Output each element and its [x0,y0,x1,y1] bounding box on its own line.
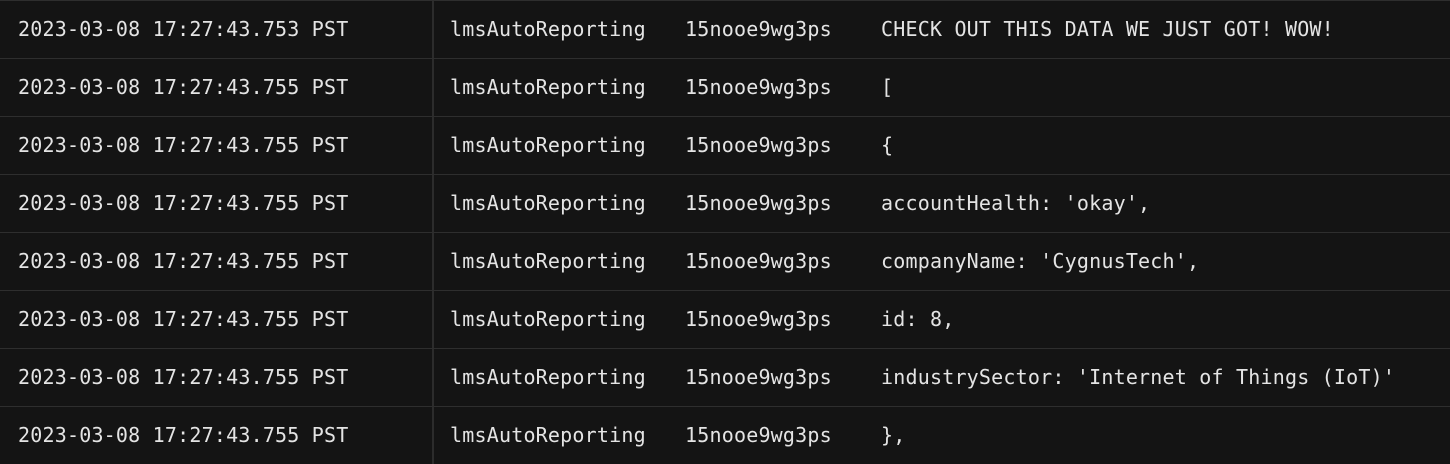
log-row[interactable]: 2023-03-08 17:27:43.755 PST lmsAutoRepor… [0,348,1450,405]
log-timestamp: 2023-03-08 17:27:43.755 PST [18,365,349,389]
log-service: lmsAutoReporting [450,307,646,331]
log-instance-id: 15nooe9wg3ps [685,75,832,99]
log-row[interactable]: 2023-03-08 17:27:43.753 PST lmsAutoRepor… [0,0,1450,57]
log-row[interactable]: 2023-03-08 17:27:43.755 PST lmsAutoRepor… [0,406,1450,463]
log-timestamp: 2023-03-08 17:27:43.755 PST [18,423,349,447]
log-instance-id: 15nooe9wg3ps [685,133,832,157]
log-message: id: 8, [881,307,955,331]
log-row[interactable]: 2023-03-08 17:27:43.755 PST lmsAutoRepor… [0,290,1450,347]
log-timestamp: 2023-03-08 17:27:43.755 PST [18,249,349,273]
log-instance-id: 15nooe9wg3ps [685,307,832,331]
log-timestamp: 2023-03-08 17:27:43.753 PST [18,17,349,41]
log-timestamp: 2023-03-08 17:27:43.755 PST [18,133,349,157]
log-service: lmsAutoReporting [450,133,646,157]
log-service: lmsAutoReporting [450,75,646,99]
log-service: lmsAutoReporting [450,423,646,447]
log-timestamp: 2023-03-08 17:27:43.755 PST [18,191,349,215]
log-message: CHECK OUT THIS DATA WE JUST GOT! WOW! [881,17,1334,41]
log-row[interactable]: 2023-03-08 17:27:43.755 PST lmsAutoRepor… [0,116,1450,173]
log-message: }, [881,423,906,447]
log-service: lmsAutoReporting [450,191,646,215]
log-instance-id: 15nooe9wg3ps [685,191,832,215]
log-instance-id: 15nooe9wg3ps [685,365,832,389]
log-instance-id: 15nooe9wg3ps [685,423,832,447]
log-message: [ [881,75,894,99]
log-instance-id: 15nooe9wg3ps [685,249,832,273]
log-row[interactable]: 2023-03-08 17:27:43.755 PST lmsAutoRepor… [0,58,1450,115]
log-instance-id: 15nooe9wg3ps [685,17,832,41]
log-table: 2023-03-08 17:27:43.753 PST lmsAutoRepor… [0,0,1450,464]
log-service: lmsAutoReporting [450,365,646,389]
log-timestamp: 2023-03-08 17:27:43.755 PST [18,75,349,99]
log-service: lmsAutoReporting [450,17,646,41]
log-row[interactable]: 2023-03-08 17:27:43.755 PST lmsAutoRepor… [0,232,1450,289]
log-message: industrySector: 'Internet of Things (IoT… [881,365,1396,389]
log-service: lmsAutoReporting [450,249,646,273]
log-row[interactable]: 2023-03-08 17:27:43.755 PST lmsAutoRepor… [0,174,1450,231]
log-message: accountHealth: 'okay', [881,191,1151,215]
log-timestamp: 2023-03-08 17:27:43.755 PST [18,307,349,331]
log-message: companyName: 'CygnusTech', [881,249,1200,273]
log-message: { [881,133,894,157]
